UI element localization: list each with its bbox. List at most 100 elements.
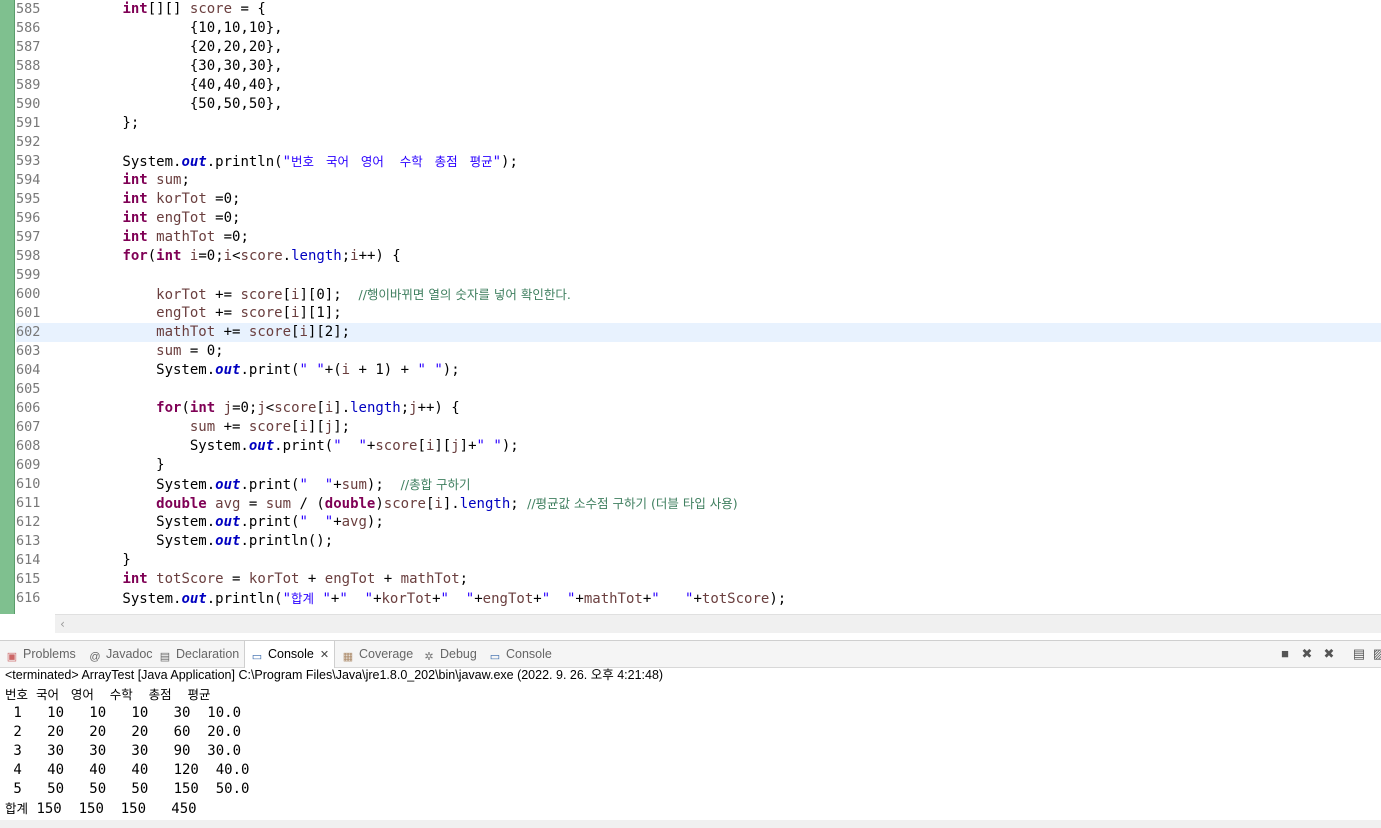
- code-line[interactable]: 607 sum += score[i][j];: [16, 418, 1381, 437]
- code-line[interactable]: 587 {20,20,20},: [16, 38, 1381, 57]
- line-number: 594: [16, 172, 41, 188]
- code-line[interactable]: 596 int engTot =0;: [16, 209, 1381, 228]
- code-text[interactable]: System.out.print(" "+sum); //총합 구하기: [55, 475, 470, 495]
- code-text[interactable]: {20,20,20},: [55, 38, 283, 57]
- debug-icon: ✲: [424, 651, 434, 663]
- code-text[interactable]: {50,50,50},: [55, 95, 283, 114]
- code-line[interactable]: 605: [16, 380, 1381, 399]
- code-line[interactable]: 585 int[][] score = {: [16, 0, 1381, 19]
- code-line[interactable]: 588 {30,30,30},: [16, 57, 1381, 76]
- remove-launch-icon[interactable]: ✖: [1298, 645, 1316, 663]
- code-line[interactable]: 603 sum = 0;: [16, 342, 1381, 361]
- code-line[interactable]: 606 for(int j=0;j<score[i].length;j++) {: [16, 399, 1381, 418]
- code-line[interactable]: 601 engTot += score[i][1];: [16, 304, 1381, 323]
- console-scrollbar[interactable]: [0, 820, 1381, 828]
- line-number: 613: [16, 533, 41, 549]
- code-text[interactable]: double avg = sum / (double)score[i].leng…: [55, 494, 738, 514]
- code-text[interactable]: korTot += score[i][0]; //행이바뀌면 열의 숫자를 넣어…: [55, 285, 571, 305]
- code-line[interactable]: 586 {10,10,10},: [16, 19, 1381, 38]
- code-line[interactable]: 591 };: [16, 114, 1381, 133]
- line-number: 589: [16, 77, 41, 93]
- code-text[interactable]: for(int i=0;i<score.length;i++) {: [55, 247, 400, 266]
- tab-coverage[interactable]: ▦ Coverage: [341, 641, 413, 667]
- code-text[interactable]: System.out.println("번호 국어 영어 수학 총점 평균");: [55, 152, 517, 172]
- tab-console-2[interactable]: ▭ Console: [488, 641, 552, 667]
- code-line[interactable]: 609 }: [16, 456, 1381, 475]
- tab-declaration[interactable]: ▤ Declaration: [158, 641, 239, 667]
- code-text[interactable]: sum += score[i][j];: [55, 418, 350, 437]
- line-number: 585: [16, 1, 41, 17]
- bottom-panel-tabs: ▣ Problems @ Javadoc ▤ Declaration ▭ Console…: [0, 640, 1381, 668]
- code-line[interactable]: 600 korTot += score[i][0]; //행이바뀌면 열의 숫자…: [16, 285, 1381, 304]
- line-number: 612: [16, 514, 41, 530]
- console-icon: ▭: [251, 651, 263, 663]
- close-icon[interactable]: ✕: [320, 649, 329, 661]
- console-rows: 1 10 10 10 30 10.0 2 20 20 20 60 20.0 3 …: [0, 704, 1381, 799]
- code-text[interactable]: {10,10,10},: [55, 19, 283, 38]
- code-text[interactable]: };: [55, 114, 139, 133]
- code-text[interactable]: System.out.println();: [55, 532, 333, 551]
- code-line[interactable]: 608 System.out.print(" "+score[i][j]+" "…: [16, 437, 1381, 456]
- problems-icon: ▣: [6, 651, 18, 663]
- tab-problems[interactable]: ▣ Problems: [5, 641, 76, 667]
- code-text[interactable]: {40,40,40},: [55, 76, 283, 95]
- code-line[interactable]: 593 System.out.println("번호 국어 영어 수학 총점 평…: [16, 152, 1381, 171]
- code-text[interactable]: }: [55, 456, 164, 475]
- declaration-icon: ▤: [159, 651, 171, 663]
- terminate-icon[interactable]: ■: [1276, 645, 1294, 663]
- code-text[interactable]: {30,30,30},: [55, 57, 283, 76]
- code-line[interactable]: 602 mathTot += score[i][2];: [16, 323, 1381, 342]
- code-text[interactable]: }: [55, 551, 130, 570]
- code-text[interactable]: System.out.print(" "+score[i][j]+" ");: [55, 437, 519, 456]
- code-text[interactable]: int[][] score = {: [55, 0, 265, 19]
- code-line[interactable]: 590 {50,50,50},: [16, 95, 1381, 114]
- code-line[interactable]: 592: [16, 133, 1381, 152]
- horizontal-scrollbar[interactable]: ‹: [55, 614, 1381, 633]
- console-line: 2 20 20 20 60 20.0: [5, 724, 242, 740]
- code-line[interactable]: 597 int mathTot =0;: [16, 228, 1381, 247]
- remove-all-terminated-icon[interactable]: ✖: [1320, 645, 1338, 663]
- code-line[interactable]: 612 System.out.print(" "+avg);: [16, 513, 1381, 532]
- line-number: 596: [16, 210, 41, 226]
- code-text[interactable]: System.out.print(" "+avg);: [55, 513, 384, 532]
- code-text[interactable]: int totScore = korTot + engTot + mathTot…: [55, 570, 468, 589]
- line-number: 606: [16, 400, 41, 416]
- code-line[interactable]: 595 int korTot =0;: [16, 190, 1381, 209]
- code-text[interactable]: sum = 0;: [55, 342, 223, 361]
- console-icon: ▭: [489, 651, 501, 663]
- scroll-lock-icon[interactable]: ▨: [1370, 645, 1381, 663]
- console-output[interactable]: 번호 국어 영어 수학 총점 평균 1 10 10 10 30 10.0 2 2…: [0, 685, 1381, 820]
- code-line[interactable]: 613 System.out.println();: [16, 532, 1381, 551]
- code-line[interactable]: 615 int totScore = korTot + engTot + mat…: [16, 570, 1381, 589]
- code-text[interactable]: engTot += score[i][1];: [55, 304, 341, 323]
- clear-console-icon[interactable]: ▤: [1350, 645, 1368, 663]
- line-number: 597: [16, 229, 41, 245]
- code-editor[interactable]: 585 int[][] score = {586 {10,10,10}, 587 …: [0, 0, 1381, 614]
- line-number: 611: [16, 495, 41, 511]
- code-line[interactable]: 610 System.out.print(" "+sum); //총합 구하기: [16, 475, 1381, 494]
- code-line[interactable]: 598 for(int i=0;i<score.length;i++) {: [16, 247, 1381, 266]
- code-text[interactable]: int sum;: [55, 171, 189, 190]
- tab-javadoc[interactable]: @ Javadoc: [88, 641, 152, 667]
- code-line[interactable]: 599: [16, 266, 1381, 285]
- code-text[interactable]: int mathTot =0;: [55, 228, 248, 247]
- line-number: 614: [16, 552, 41, 568]
- line-number: 605: [16, 381, 41, 397]
- code-text[interactable]: for(int j=0;j<score[i].length;j++) {: [55, 399, 460, 418]
- code-line[interactable]: 589 {40,40,40},: [16, 76, 1381, 95]
- tab-console[interactable]: ▭ Console ✕: [244, 641, 336, 668]
- scroll-left-icon[interactable]: ‹: [59, 615, 66, 633]
- code-line[interactable]: 614 }: [16, 551, 1381, 570]
- code-text[interactable]: mathTot += score[i][2];: [55, 323, 350, 342]
- code-line[interactable]: 616 System.out.println("합계 "+" "+korTot+…: [16, 589, 1381, 608]
- code-line[interactable]: 604 System.out.print(" "+(i + 1) + " ");: [16, 361, 1381, 380]
- tab-debug[interactable]: ✲ Debug: [422, 641, 476, 667]
- code-lines[interactable]: 585 int[][] score = {586 {10,10,10}, 587 …: [16, 0, 1381, 608]
- code-line[interactable]: 611 double avg = sum / (double)score[i].…: [16, 494, 1381, 513]
- code-text[interactable]: int korTot =0;: [55, 190, 240, 209]
- code-text[interactable]: int engTot =0;: [55, 209, 240, 228]
- console-line: 4 40 40 40 120 40.0: [5, 762, 250, 778]
- code-text[interactable]: System.out.println("합계 "+" "+korTot+" "+…: [55, 589, 786, 609]
- code-line[interactable]: 594 int sum;: [16, 171, 1381, 190]
- code-text[interactable]: System.out.print(" "+(i + 1) + " ");: [55, 361, 460, 380]
